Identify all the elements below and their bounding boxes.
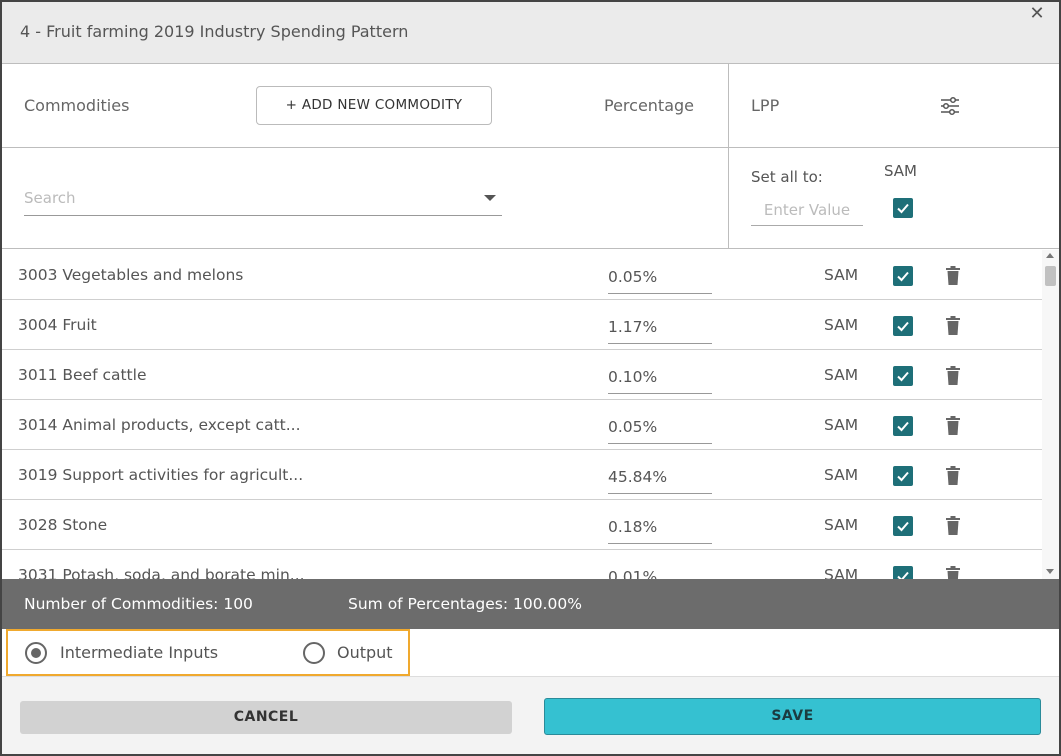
table-row: 3019 Support activities for agricult... … — [2, 450, 1042, 500]
percentage-field — [608, 460, 712, 494]
mode-radio-group: Intermediate Inputs Output — [6, 629, 410, 676]
percentage-field — [608, 510, 712, 544]
checkmark-icon — [897, 371, 909, 382]
percentage-input[interactable] — [608, 466, 708, 488]
lpp-value: SAM — [824, 366, 859, 384]
checkmark-icon — [897, 471, 909, 482]
table-row: 3004 Fruit SAM — [2, 300, 1042, 350]
percentage-input[interactable] — [608, 416, 708, 438]
checkmark-icon — [897, 321, 909, 332]
commodity-table: 3003 Vegetables and melons SAM 3004 Frui… — [2, 250, 1059, 579]
lpp-header: LPP — [751, 96, 780, 115]
percentage-sum: Sum of Percentages: 100.00% — [348, 595, 582, 613]
percentage-field — [608, 560, 712, 579]
percentage-input[interactable] — [608, 366, 708, 388]
checkmark-icon — [897, 571, 909, 579]
percentage-input[interactable] — [608, 566, 708, 579]
column-divider — [728, 64, 729, 249]
table-row: 3014 Animal products, except catt... SAM — [2, 400, 1042, 450]
commodity-name: 3011 Beef cattle — [18, 366, 147, 384]
commodity-name: 3003 Vegetables and melons — [18, 266, 244, 284]
intermediate-inputs-label[interactable]: Intermediate Inputs — [60, 643, 218, 662]
scroll-up-arrow-icon[interactable] — [1046, 253, 1054, 258]
percentage-input[interactable] — [608, 316, 708, 338]
lpp-value: SAM — [824, 266, 859, 284]
scroll-down-arrow-icon[interactable] — [1046, 569, 1054, 574]
checkmark-icon — [897, 421, 909, 432]
commodity-name: 3014 Animal products, except catt... — [18, 416, 301, 434]
lpp-value: SAM — [824, 466, 859, 484]
scrollbar-thumb[interactable] — [1045, 266, 1056, 286]
lpp-value: SAM — [824, 516, 859, 534]
table-row: 3011 Beef cattle SAM — [2, 350, 1042, 400]
percentage-field — [608, 310, 712, 344]
trash-icon[interactable] — [945, 516, 961, 535]
lpp-value: SAM — [824, 416, 859, 434]
search-row: Set all to: SAM — [2, 148, 1059, 249]
percentage-field — [608, 410, 712, 444]
percentage-input[interactable] — [608, 516, 708, 538]
output-radio[interactable] — [303, 642, 325, 664]
percentage-field — [608, 360, 712, 394]
table-row: 3031 Potash, soda, and borate min... SAM — [2, 550, 1042, 579]
lpp-value: SAM — [824, 566, 859, 579]
save-button[interactable]: SAVE — [544, 698, 1041, 735]
sam-checkbox[interactable] — [893, 566, 913, 579]
cancel-button[interactable]: CANCEL — [20, 701, 512, 734]
percentage-header: Percentage — [604, 96, 695, 115]
commodity-name: 3028 Stone — [18, 516, 108, 534]
chevron-down-icon[interactable] — [484, 195, 496, 201]
output-label[interactable]: Output — [337, 643, 393, 662]
trash-icon[interactable] — [945, 466, 961, 485]
trash-icon[interactable] — [945, 266, 961, 285]
set-all-input[interactable] — [751, 199, 863, 221]
add-new-commodity-button[interactable]: + ADD NEW COMMODITY — [256, 86, 492, 125]
commodity-name: 3004 Fruit — [18, 316, 97, 334]
sam-checkbox[interactable] — [893, 316, 913, 336]
checkmark-icon — [897, 203, 909, 214]
sam-checkbox[interactable] — [893, 416, 913, 436]
set-all-label: Set all to: — [751, 168, 823, 186]
dialog-titlebar: 4 - Fruit farming 2019 Industry Spending… — [2, 2, 1059, 64]
sam-checkbox[interactable] — [893, 266, 913, 286]
sam-checkbox[interactable] — [893, 466, 913, 486]
percentage-field — [608, 260, 712, 294]
sam-checkbox[interactable] — [893, 366, 913, 386]
trash-icon[interactable] — [945, 366, 961, 385]
commodity-name: 3019 Support activities for agricult... — [18, 466, 304, 484]
checkmark-icon — [897, 521, 909, 532]
filter-sliders-icon[interactable] — [939, 95, 961, 117]
trash-icon[interactable] — [945, 316, 961, 335]
intermediate-inputs-radio[interactable] — [25, 642, 47, 664]
commodity-count: Number of Commodities: 100 — [24, 595, 253, 613]
table-row: 3028 Stone SAM — [2, 500, 1042, 550]
spending-pattern-dialog: 4 - Fruit farming 2019 Industry Spending… — [0, 0, 1061, 756]
column-header-row: Commodities + ADD NEW COMMODITY Percenta… — [2, 64, 1059, 148]
commodities-header: Commodities — [24, 96, 130, 115]
sam-column-label: SAM — [884, 162, 918, 180]
table-scrollbar[interactable] — [1042, 250, 1059, 579]
lpp-value: SAM — [824, 316, 859, 334]
search-input[interactable] — [24, 186, 464, 210]
commodity-name: 3031 Potash, soda, and borate min... — [18, 566, 305, 579]
trash-icon[interactable] — [945, 566, 961, 579]
dialog-footer: CANCEL SAVE — [2, 677, 1059, 754]
sam-checkbox[interactable] — [893, 516, 913, 536]
sam-all-checkbox[interactable] — [893, 198, 913, 218]
set-all-field — [751, 196, 863, 226]
summary-bar: Number of Commodities: 100 Sum of Percen… — [2, 579, 1059, 629]
dialog-title: 4 - Fruit farming 2019 Industry Spending… — [20, 22, 409, 41]
table-row: 3003 Vegetables and melons SAM — [2, 250, 1042, 300]
trash-icon[interactable] — [945, 416, 961, 435]
search-field — [24, 180, 502, 216]
close-icon[interactable]: ✕ — [1027, 4, 1047, 24]
percentage-input[interactable] — [608, 266, 708, 288]
checkmark-icon — [897, 271, 909, 282]
